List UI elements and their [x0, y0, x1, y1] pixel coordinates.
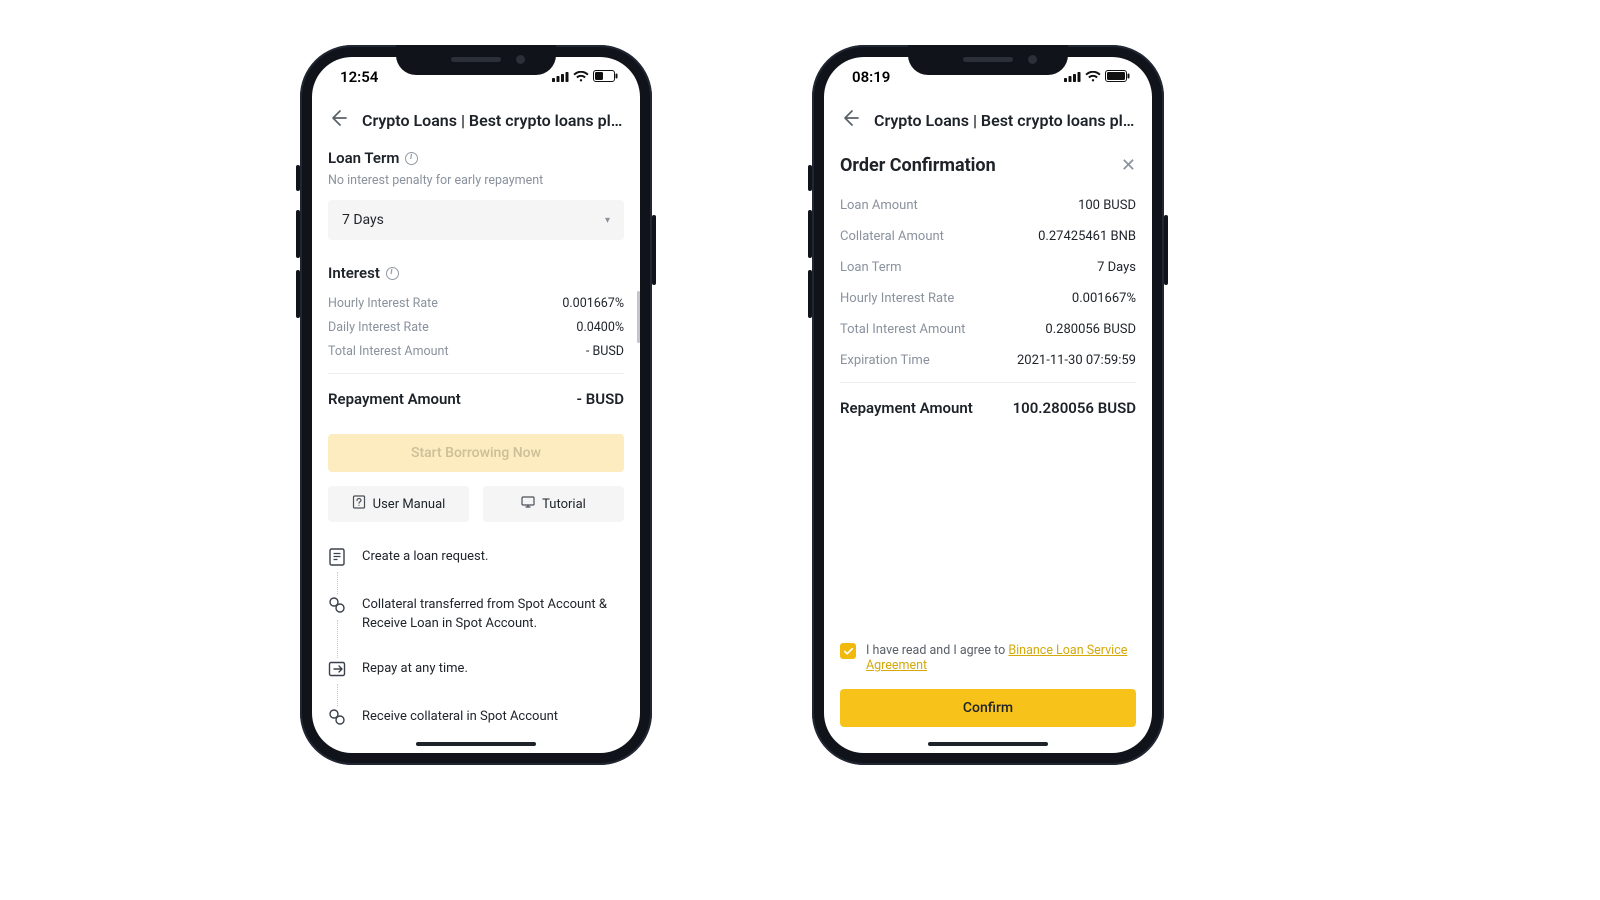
battery-icon — [593, 68, 618, 86]
total-interest-label: Total Interest Amount — [328, 344, 449, 359]
info-icon[interactable] — [405, 152, 418, 165]
signal-icon — [1064, 68, 1081, 86]
loan-amount-label: Loan Amount — [840, 198, 918, 213]
loan-amount-value: 100 BUSD — [1078, 198, 1136, 213]
hourly-rate-value: 0.001667% — [1072, 291, 1136, 306]
hourly-rate-label: Hourly Interest Rate — [840, 291, 954, 306]
repayment-value: 100.280056 BUSD — [1013, 399, 1136, 417]
step-text: Receive collateral in Spot Account — [362, 708, 558, 730]
wifi-icon — [1085, 68, 1101, 86]
chevron-down-icon: ▾ — [605, 215, 610, 226]
scrollbar[interactable] — [637, 291, 640, 343]
repay-icon — [328, 660, 346, 682]
step-text: Collateral transferred from Spot Account… — [362, 596, 624, 634]
page-header: Crypto Loans | Best crypto loans plat... — [312, 97, 640, 143]
loan-term-label: Loan Term — [840, 260, 901, 275]
total-interest-value: - BUSD — [586, 344, 624, 359]
page-title: Crypto Loans | Best crypto loans plat... — [362, 111, 624, 130]
interest-title: Interest — [328, 264, 624, 282]
tutorial-button[interactable]: Tutorial — [483, 486, 624, 522]
status-time: 08:19 — [852, 68, 890, 86]
wifi-icon — [573, 68, 589, 86]
repayment-value: - BUSD — [576, 390, 624, 408]
repayment-label: Repayment Amount — [840, 399, 973, 417]
close-icon[interactable]: ✕ — [1121, 155, 1136, 176]
receive-icon — [328, 708, 346, 730]
expiration-time-value: 2021-11-30 07:59:59 — [1017, 353, 1136, 368]
loan-term-value: 7 Days — [342, 212, 384, 228]
phone-frame-left: 12:54 Crypto Loans | Best crypto loans p… — [300, 45, 652, 765]
status-bar: 12:54 — [312, 57, 640, 97]
loan-term-select[interactable]: 7 Days ▾ — [328, 200, 624, 240]
steps-list: Create a loan request. Collateral transf… — [328, 548, 624, 730]
page-title: Crypto Loans | Best crypto loans plat... — [874, 111, 1136, 130]
loan-term-value: 7 Days — [1097, 260, 1136, 275]
home-indicator[interactable] — [416, 742, 536, 747]
daily-rate-label: Daily Interest Rate — [328, 320, 429, 335]
step-text: Repay at any time. — [362, 660, 468, 682]
total-interest-value: 0.280056 BUSD — [1045, 322, 1136, 337]
total-interest-label: Total Interest Amount — [840, 322, 965, 337]
status-bar: 08:19 — [824, 57, 1152, 97]
battery-icon — [1105, 68, 1130, 86]
status-time: 12:54 — [340, 68, 378, 86]
expiration-time-label: Expiration Time — [840, 353, 930, 368]
receipt-icon — [328, 548, 346, 570]
phone-frame-right: 08:19 Crypto Loans | Best crypto loans p… — [812, 45, 1164, 765]
info-icon[interactable] — [386, 267, 399, 280]
hourly-rate-value: 0.001667% — [562, 296, 624, 311]
modal-title: Order Confirmation — [840, 155, 996, 176]
repayment-label: Repayment Amount — [328, 390, 461, 408]
home-indicator[interactable] — [928, 742, 1048, 747]
agree-text: I have read and I agree to Binance Loan … — [866, 643, 1136, 673]
loan-term-title: Loan Term — [328, 149, 624, 167]
back-icon[interactable] — [328, 108, 348, 132]
transfer-icon — [328, 596, 346, 634]
signal-icon — [552, 68, 569, 86]
hourly-rate-label: Hourly Interest Rate — [328, 296, 438, 311]
page-header: Crypto Loans | Best crypto loans plat... — [824, 97, 1152, 143]
loan-term-subtitle: No interest penalty for early repayment — [328, 173, 624, 188]
confirm-button[interactable]: Confirm — [840, 689, 1136, 727]
manual-icon — [352, 495, 366, 513]
start-borrowing-button[interactable]: Start Borrowing Now — [328, 434, 624, 472]
collateral-amount-label: Collateral Amount — [840, 229, 944, 244]
back-icon[interactable] — [840, 108, 860, 132]
step-text: Create a loan request. — [362, 548, 488, 570]
daily-rate-value: 0.0400% — [576, 320, 624, 335]
agree-checkbox[interactable] — [840, 643, 856, 659]
user-manual-button[interactable]: User Manual — [328, 486, 469, 522]
tutorial-icon — [521, 495, 535, 513]
collateral-amount-value: 0.27425461 BNB — [1038, 229, 1136, 244]
